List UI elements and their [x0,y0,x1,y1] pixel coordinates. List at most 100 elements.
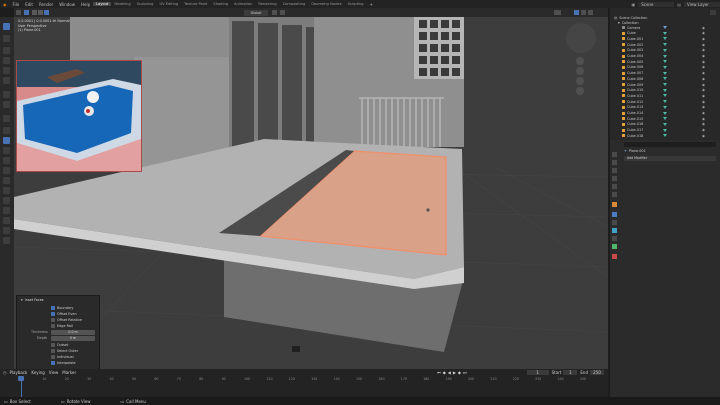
outliner-row[interactable]: Cube.002 ◉ [622,42,705,47]
vertex-select-icon[interactable] [32,10,37,15]
rotate-tool-icon[interactable] [3,57,10,64]
rip-tool-icon[interactable] [3,237,10,244]
shading-solid-icon[interactable] [574,10,579,15]
shear-tool-icon[interactable] [3,227,10,234]
add-workspace-button[interactable]: + [367,2,376,7]
proportional-edit-icon[interactable] [280,10,285,15]
mode-select-button[interactable] [24,10,29,15]
inset-tool-icon[interactable] [3,137,10,144]
object-tab-icon[interactable] [612,202,617,207]
visibility-icon[interactable]: ◉ [702,117,705,121]
outliner-row[interactable]: Cube.016 ◉ [622,122,705,127]
knife-tool-icon[interactable] [3,167,10,174]
outliner-row[interactable]: Cube.014 ◉ [622,111,705,116]
individual-checkbox[interactable] [51,355,55,359]
menu-render[interactable]: Render [36,2,56,7]
properties-search[interactable] [624,142,716,147]
shading-rendered-icon[interactable] [588,10,593,15]
offset-relative-checkbox[interactable] [51,318,55,322]
outliner-row[interactable]: Cube ◉ [622,31,705,36]
tab-scripting[interactable]: Scripting [345,2,367,6]
visibility-icon[interactable]: ◉ [702,88,705,92]
outliner-row[interactable]: Cube.004 ◉ [622,54,705,59]
material-tab-icon[interactable] [612,254,617,259]
outliner-row[interactable]: Cube.005 ◉ [622,59,705,64]
view-layer-selector[interactable]: View Layer [684,1,720,7]
tab-rendering[interactable]: Rendering [255,2,279,6]
offset-even-checkbox[interactable] [51,312,55,316]
outliner-row[interactable]: Cube.001 ◉ [622,36,705,41]
smooth-tool-icon[interactable] [3,197,10,204]
visibility-icon[interactable]: ◉ [702,60,705,64]
physics-tab-icon[interactable] [612,228,617,233]
panel-header[interactable]: ▾ Inset Faces [21,297,44,303]
output-tab-icon[interactable] [612,168,617,173]
bevel-tool-icon[interactable] [3,147,10,154]
annotate-tool-icon[interactable] [3,91,10,98]
visibility-icon[interactable]: ◉ [702,43,705,47]
edge-rail-option[interactable]: Edge Rail [51,323,73,329]
visibility-icon[interactable]: ◉ [702,122,705,126]
data-tab-icon[interactable] [612,244,617,249]
visibility-icon[interactable]: ◉ [702,105,705,109]
scene-selector[interactable]: Scene [638,1,675,7]
tool-tab-icon[interactable] [612,152,617,157]
shrink-fatten-tool-icon[interactable] [3,217,10,224]
visibility-icon[interactable]: ◉ [702,26,705,30]
visibility-icon[interactable]: ◉ [702,37,705,41]
outliner-row[interactable]: Cube.003 ◉ [622,48,705,53]
outliner-row[interactable]: Cube.011 ◉ [622,93,705,98]
tab-texture-paint[interactable]: Texture Paint [181,2,210,6]
interpolate-option[interactable]: Interpolate [51,360,76,366]
visibility-icon[interactable]: ◉ [702,71,705,75]
scale-tool-icon[interactable] [3,67,10,74]
visibility-icon[interactable]: ◉ [702,111,705,115]
world-tab-icon[interactable] [612,192,617,197]
menu-window[interactable]: Window [56,2,78,7]
outliner-row[interactable]: Cube.015 ◉ [622,116,705,121]
inset-faces-panel[interactable]: ▾ Inset Faces Boundary Offset Even Offse… [16,295,100,375]
poly-build-tool-icon[interactable] [3,177,10,184]
outliner-row[interactable]: Cube.010 ◉ [622,88,705,93]
visibility-icon[interactable]: ◉ [702,100,705,104]
loop-cut-tool-icon[interactable] [3,157,10,164]
menu-file[interactable]: File [10,2,23,7]
visibility-icon[interactable]: ◉ [702,83,705,87]
face-select-icon[interactable] [44,10,49,15]
add-cube-tool-icon[interactable] [3,115,10,122]
edge-select-icon[interactable] [38,10,43,15]
frame-ruler[interactable]: 0102030405060708090100110120130140150160… [0,369,608,385]
modifier-tab-icon[interactable] [612,212,617,217]
tab-modeling[interactable]: Modeling [111,2,133,6]
properties-panel[interactable]: ✦ Plane.001 Add Modifier [610,140,720,405]
measure-tool-icon[interactable] [3,101,10,108]
move-tool-icon[interactable] [3,47,10,54]
thickness-field[interactable]: 0.0 m [51,329,95,335]
spin-tool-icon[interactable] [3,187,10,194]
outliner-row[interactable]: Cube.013 ◉ [622,105,705,110]
outliner-row[interactable]: Cube.007 ◉ [622,71,705,76]
zoom-icon[interactable] [576,57,584,65]
pan-icon[interactable] [576,67,584,75]
outliner-row[interactable]: Cube.006 ◉ [622,65,705,70]
editor-type-icon[interactable] [16,10,21,15]
tab-layout[interactable]: Layout [93,2,112,6]
visibility-icon[interactable]: ◉ [702,65,705,69]
visibility-icon[interactable]: ◉ [702,48,705,52]
navigation-gizmo[interactable] [566,23,596,53]
tab-geometry-nodes[interactable]: Geometry Nodes [308,2,344,6]
menu-edit[interactable]: Edit [22,2,36,7]
visibility-icon[interactable]: ◉ [702,94,705,98]
collapse-chevron-icon[interactable]: ▾ [21,298,23,302]
transform-tool-icon[interactable] [3,77,10,84]
outliner-row[interactable]: Cube.018 ◉ [622,133,705,138]
overlay-icon[interactable] [554,10,561,15]
tab-compositing[interactable]: Compositing [280,2,309,6]
blender-logo-icon[interactable]: ◉ [0,2,10,7]
outliner-row[interactable]: Cube.012 ◉ [622,99,705,104]
tab-animation[interactable]: Animation [231,2,255,6]
extrude-tool-icon[interactable] [3,127,10,134]
tab-shading[interactable]: Shading [210,2,231,6]
select-outer-checkbox[interactable] [51,349,55,353]
depth-field[interactable]: 0 m [51,335,95,341]
